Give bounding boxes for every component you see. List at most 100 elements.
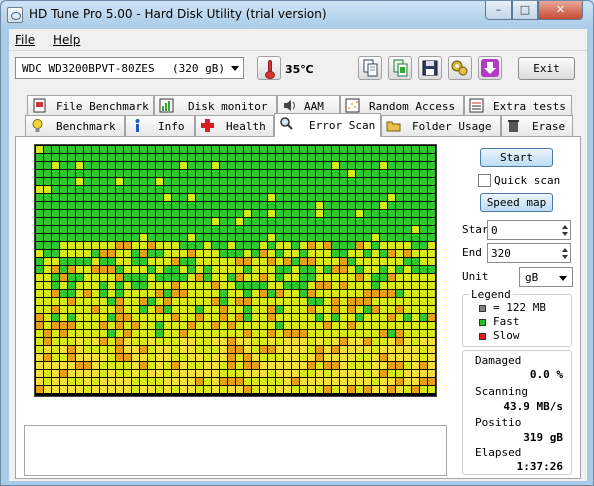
scan-block xyxy=(380,210,387,217)
copy-button[interactable] xyxy=(358,56,382,80)
tab-file-benchmark[interactable]: File Benchmark xyxy=(27,95,154,116)
start-button[interactable]: Start xyxy=(480,148,553,167)
log-box[interactable] xyxy=(24,425,447,476)
scan-block xyxy=(172,218,179,225)
scan-block xyxy=(228,314,235,321)
menu-file[interactable]: File xyxy=(15,33,35,47)
scan-block xyxy=(76,170,83,177)
copy-all-button[interactable] xyxy=(388,56,412,80)
scan-block xyxy=(380,242,387,249)
scan-block xyxy=(252,306,259,313)
scan-block xyxy=(284,266,291,273)
scan-block xyxy=(84,234,91,241)
scan-block xyxy=(348,146,355,153)
title-bar[interactable]: HD Tune Pro 5.00 - Hard Disk Utility (tr… xyxy=(1,1,593,29)
tab-info[interactable]: Info xyxy=(125,115,195,136)
scan-block xyxy=(196,322,203,329)
scan-block xyxy=(140,234,147,241)
tab-extra-tests[interactable]: Extra tests xyxy=(464,95,572,116)
tab-random-access-label: Random Access xyxy=(369,100,456,113)
scan-block xyxy=(292,210,299,217)
scan-block xyxy=(84,170,91,177)
scan-block xyxy=(196,338,203,345)
drive-select[interactable]: WDC WD3200BPVT-80ZES (320 gB) xyxy=(15,57,244,79)
scan-block xyxy=(356,306,363,313)
start-input[interactable]: 0 xyxy=(487,220,571,240)
scan-block xyxy=(84,186,91,193)
download-button[interactable] xyxy=(478,56,502,80)
scan-block xyxy=(228,282,235,289)
spin-up-icon[interactable] xyxy=(562,248,568,252)
scan-block xyxy=(204,378,211,385)
scan-block xyxy=(44,170,51,177)
scan-block xyxy=(364,154,371,161)
tab-benchmark[interactable]: Benchmark xyxy=(25,115,125,136)
scan-block xyxy=(340,346,347,353)
scan-block xyxy=(300,186,307,193)
scan-block xyxy=(108,226,115,233)
scan-block xyxy=(92,258,99,265)
maximize-button[interactable]: □ xyxy=(512,1,538,20)
scan-block xyxy=(68,250,75,257)
unit-select[interactable]: gB xyxy=(519,267,573,287)
scan-block xyxy=(36,354,43,361)
scan-block xyxy=(52,178,59,185)
spin-up-icon[interactable] xyxy=(562,225,568,229)
tab-erase[interactable]: Erase xyxy=(501,115,573,136)
scan-block xyxy=(76,330,83,337)
tab-folder-usage[interactable]: Folder Usage xyxy=(381,115,501,136)
spin-down-icon[interactable] xyxy=(562,255,568,259)
scan-block xyxy=(164,146,171,153)
scan-block xyxy=(100,362,107,369)
spin-down-icon[interactable] xyxy=(562,232,568,236)
scan-block xyxy=(308,346,315,353)
scan-block xyxy=(52,290,59,297)
scan-block xyxy=(212,146,219,153)
end-input[interactable]: 320 xyxy=(487,243,571,263)
tab-error-scan[interactable]: Error Scan xyxy=(274,113,381,137)
scan-block xyxy=(348,370,355,377)
scan-block xyxy=(412,362,419,369)
scan-block xyxy=(92,362,99,369)
scan-block xyxy=(212,370,219,377)
scan-block xyxy=(300,354,307,361)
options-button[interactable] xyxy=(448,56,472,80)
tab-disk-monitor[interactable]: Disk monitor xyxy=(154,95,277,116)
tab-health[interactable]: Health xyxy=(195,115,274,136)
scan-block xyxy=(180,250,187,257)
scan-block xyxy=(188,362,195,369)
scan-block xyxy=(124,194,131,201)
scan-block xyxy=(380,250,387,257)
speed-map-button[interactable]: Speed map xyxy=(480,193,553,212)
exit-button[interactable]: Exit xyxy=(518,57,575,80)
window-title: HD Tune Pro 5.00 - Hard Disk Utility (tr… xyxy=(29,7,327,21)
scan-block xyxy=(356,290,363,297)
scan-block xyxy=(108,234,115,241)
scan-block xyxy=(44,330,51,337)
scan-block xyxy=(132,162,139,169)
scan-block xyxy=(276,154,283,161)
scan-block xyxy=(180,338,187,345)
menu-help[interactable]: Help xyxy=(53,33,80,47)
unit-label: Unit xyxy=(462,270,489,283)
scan-block xyxy=(268,234,275,241)
scan-block xyxy=(404,162,411,169)
scan-block xyxy=(372,162,379,169)
scan-block xyxy=(164,226,171,233)
scan-block xyxy=(244,330,251,337)
scan-block xyxy=(228,354,235,361)
minimize-button[interactable]: – xyxy=(485,1,512,20)
scan-block xyxy=(324,314,331,321)
scan-block xyxy=(204,170,211,177)
scan-block xyxy=(404,378,411,385)
close-button[interactable]: ✕ xyxy=(538,1,583,20)
quick-scan-checkbox[interactable] xyxy=(478,174,491,187)
scanning-label: Scanning xyxy=(475,385,528,398)
scan-block xyxy=(84,386,91,393)
scan-block xyxy=(76,234,83,241)
scan-block xyxy=(260,178,267,185)
save-button[interactable] xyxy=(418,56,442,80)
tab-benchmark-label: Benchmark xyxy=(56,120,116,133)
scan-block xyxy=(124,162,131,169)
scan-block xyxy=(60,378,67,385)
